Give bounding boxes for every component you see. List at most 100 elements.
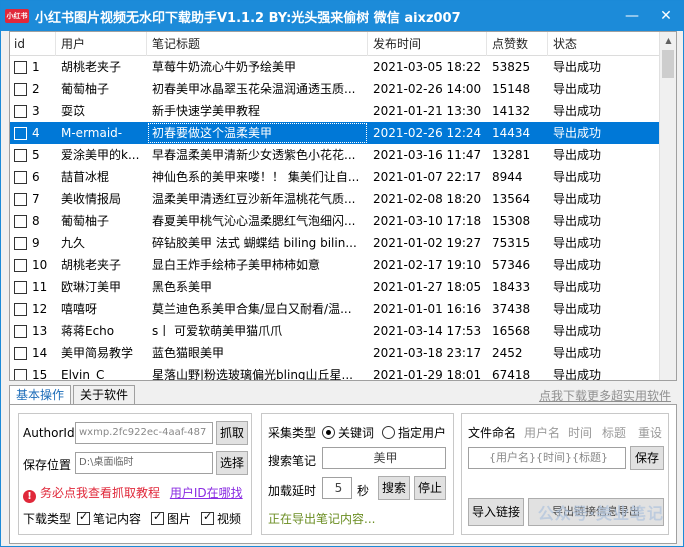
row-status-cell: 导出成功 (553, 214, 602, 228)
row-status-cell: 导出成功 (553, 104, 602, 118)
radio-user[interactable]: 指定用户 (382, 424, 446, 441)
table-row[interactable]: 4 M-ermaid- 初春要做这个温柔美甲 2021-02-26 12:24 1443… (10, 122, 660, 144)
row-id: 1 (32, 60, 40, 74)
search-keyword-input[interactable]: 美甲 (322, 447, 446, 469)
table-row[interactable]: 6 喆苜冰棍 神仙色系的美甲来喽！！ 集美们让自... 2021-01-07 22:1… (10, 166, 660, 188)
table-row[interactable]: 13 蒋蒋Echo s丨 可爱软萌美甲猫爪爪 2021-03-14 17:53 1656… (10, 320, 660, 342)
row-checkbox[interactable] (14, 302, 27, 316)
vertical-scrollbar[interactable]: ▲ (659, 32, 676, 380)
row-id-cell[interactable]: 9 (10, 232, 56, 254)
scrollbar-thumb[interactable] (662, 50, 674, 78)
row-id-cell[interactable]: 10 (10, 254, 56, 276)
row-id-cell[interactable]: 12 (10, 298, 56, 320)
row-id-cell[interactable]: 11 (10, 276, 56, 298)
close-button[interactable]: ✕ (649, 1, 683, 31)
row-time-cell: 2021-01-07 22:17 (373, 170, 482, 184)
search-button[interactable]: 搜索 (378, 476, 410, 500)
more-software-link[interactable]: 点我下载更多超实用软件 (539, 387, 671, 404)
row-likes-cell: 13564 (492, 192, 531, 206)
opt-images-checkbox[interactable]: 图片 (151, 510, 191, 527)
table-row[interactable]: 1 胡桃老夹子 草莓牛奶流心牛奶予绘美甲 2021-03-05 18:22 53825 导… (10, 56, 660, 78)
table-row[interactable]: 10 胡桃老夹子 显白王炸手绘柿子美甲柿柿如意 2021-02-17 19:10 573… (10, 254, 660, 276)
row-checkbox[interactable] (14, 258, 27, 272)
table-row[interactable]: 7 美收情报局 温柔美甲清透红豆沙新年温桃花气质... 2021-02-08 18:2… (10, 188, 660, 210)
save-location-input[interactable]: D:\桌面临时 (75, 452, 213, 474)
row-id: 10 (32, 258, 48, 272)
scroll-up-arrow-icon[interactable]: ▲ (660, 32, 676, 49)
status-text: 正在导出笔记内容... (268, 512, 376, 526)
row-checkbox[interactable] (14, 236, 27, 250)
checkbox-checked-icon (77, 510, 90, 525)
row-id-cell[interactable]: 14 (10, 342, 56, 364)
row-user-cell: 爱涂美甲的k... (61, 148, 140, 162)
naming-pattern-input[interactable]: {用户名}{时间}{标题} (468, 447, 626, 469)
load-delay-input[interactable]: 5 (322, 477, 352, 499)
row-checkbox[interactable] (14, 148, 27, 162)
row-user-cell: 嘻嘻呀 (61, 302, 98, 316)
naming-opt-time[interactable]: 时间 (568, 424, 592, 441)
column-header-id[interactable]: id (10, 32, 56, 56)
naming-opt-title[interactable]: 标题 (602, 424, 626, 441)
row-likes-cell: 53825 (492, 60, 531, 74)
row-id-cell[interactable]: 3 (10, 100, 56, 122)
row-checkbox[interactable] (14, 346, 27, 360)
tutorial-link[interactable]: 务必点我查看抓取教程 (40, 486, 160, 500)
row-id-cell[interactable]: 2 (10, 78, 56, 100)
column-header-status[interactable]: 状态 (548, 32, 660, 56)
opt-notes-checkbox[interactable]: 笔记内容 (77, 510, 141, 527)
minimize-button[interactable]: — (615, 1, 649, 31)
table-row[interactable]: 12 嘻嘻呀 莫兰迪色系美甲合集/显白又耐看/温... 2021-01-01 16:1… (10, 298, 660, 320)
row-checkbox[interactable] (14, 192, 27, 206)
import-links-button[interactable]: 导入链接 (468, 498, 524, 526)
row-checkbox[interactable] (14, 82, 27, 96)
grab-button[interactable]: 抓取 (216, 421, 248, 445)
row-checkbox[interactable] (14, 324, 27, 338)
authorid-input[interactable]: wxmp.2fc922ec-4aaf-487 (75, 422, 213, 444)
table-row[interactable]: 8 葡萄柚子 春夏美甲桃气沁心温柔腮红气泡细闪... 2021-03-10 17:18… (10, 210, 660, 232)
stop-button[interactable]: 停止 (414, 476, 446, 500)
row-time-cell: 2021-01-29 18:01 (373, 368, 482, 381)
table-row[interactable]: 3 耍苡 新手快速学美甲教程 2021-01-21 13:30 14132 导出成功 (10, 100, 660, 122)
table-row[interactable]: 9 九久 碎钻胶美甲 法式 蝴蝶结 biling bilin... 2021-01-0… (10, 232, 660, 254)
opt-images-label: 图片 (167, 512, 192, 526)
row-checkbox[interactable] (14, 280, 27, 294)
row-id-cell[interactable]: 7 (10, 188, 56, 210)
row-id-cell[interactable]: 1 (10, 56, 56, 78)
row-id: 3 (32, 104, 40, 118)
row-checkbox[interactable] (14, 126, 27, 140)
row-id-cell[interactable]: 13 (10, 320, 56, 342)
column-header-title[interactable]: 笔记标题 (147, 32, 368, 56)
naming-reset[interactable]: 重设 (638, 424, 662, 441)
row-checkbox[interactable] (14, 60, 27, 74)
row-checkbox[interactable] (14, 170, 27, 184)
naming-settings-group: 文件命名 用户名 时间 标题 重设 {用户名}{时间}{标题} 保存 导入链接 … (461, 413, 669, 535)
opt-video-checkbox[interactable]: 视频 (201, 510, 241, 527)
row-id-cell[interactable]: 5 (10, 144, 56, 166)
row-checkbox[interactable] (14, 214, 27, 228)
table-row[interactable]: 15 Elvin_C 星落山野|粉选玻璃偏光bling山丘星... 2021-01-2… (10, 364, 660, 381)
column-header-likes[interactable]: 点赞数 (487, 32, 548, 56)
table-row[interactable]: 2 葡萄柚子 初春美甲冰晶翠玉花朵温润通透玉质... 2021-02-26 14:00… (10, 78, 660, 100)
row-checkbox[interactable] (14, 104, 27, 118)
userid-help-link[interactable]: 用户ID在哪找 (170, 486, 243, 500)
row-id-cell[interactable]: 15 (10, 364, 56, 380)
choose-folder-button[interactable]: 选择 (216, 451, 248, 475)
column-header-user[interactable]: 用户 (56, 32, 147, 56)
table-row[interactable]: 11 欧琳汀美甲 黑色系美甲 2021-01-27 18:05 18433 导出成功 (10, 276, 660, 298)
tab-about[interactable]: 关于软件 (73, 385, 136, 405)
row-status-cell: 导出成功 (553, 324, 602, 338)
column-header-time[interactable]: 发布时间 (368, 32, 487, 56)
row-checkbox[interactable] (14, 368, 27, 380)
row-id-cell[interactable]: 4 (10, 122, 56, 144)
row-title-cell: 星落山野|粉选玻璃偏光bling山丘星... (152, 368, 353, 381)
row-id-cell[interactable]: 8 (10, 210, 56, 232)
naming-save-button[interactable]: 保存 (630, 446, 664, 470)
row-title-cell: 莫兰迪色系美甲合集/显白又耐看/温... (152, 302, 352, 316)
tab-basic[interactable]: 基本操作 (9, 385, 72, 405)
row-id-cell[interactable]: 6 (10, 166, 56, 188)
naming-opt-user[interactable]: 用户名 (524, 424, 560, 441)
table-row[interactable]: 14 美甲简易教学 蓝色猫眼美甲 2021-03-18 23:17 2452 导出成功 (10, 342, 660, 364)
table-row[interactable]: 5 爱涂美甲的k... 早春温柔美甲清新少女透紫色小花花... 2021-03-16 … (10, 144, 660, 166)
radio-keyword[interactable]: 关键词 (322, 424, 374, 441)
row-status-cell: 导出成功 (553, 280, 602, 294)
